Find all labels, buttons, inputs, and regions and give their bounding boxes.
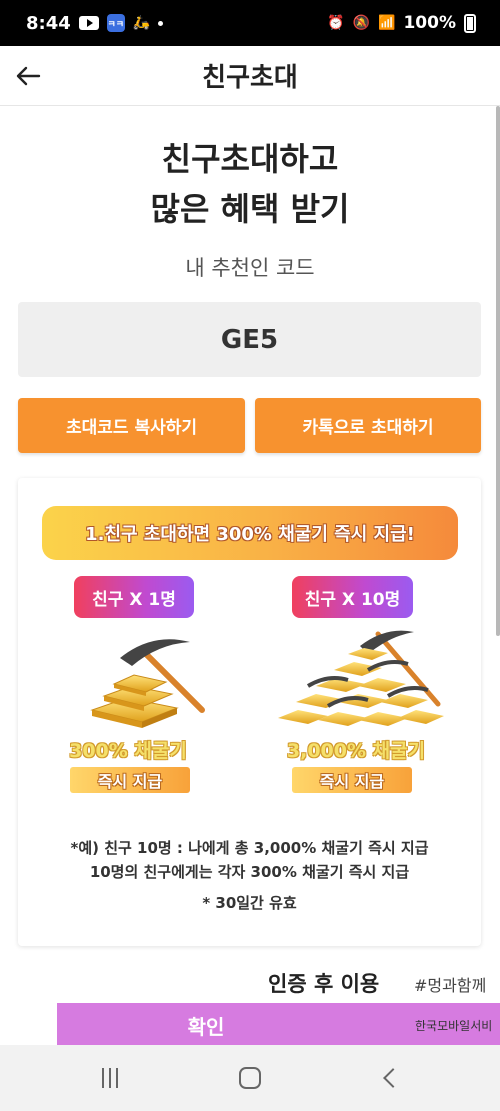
tier-1-caption: 300% 채굴기 [69, 740, 187, 762]
screen: 8:44 ㅋㅋ 🛵 ⏰ 🔕 📶 100% 친구초대 친구초대하고 많은 혜택 받… [0, 0, 500, 1111]
more-notifications-dot-icon [158, 20, 164, 26]
page-title: 친구초대 [202, 63, 298, 93]
status-time: 8:44 [26, 12, 71, 34]
arrow-left-icon [16, 66, 41, 86]
recents-button[interactable] [80, 1056, 140, 1100]
referral-code-box[interactable]: GE5 [18, 302, 481, 377]
tier-10-caption: 3,000% 채굴기 [286, 740, 426, 762]
referral-code-value: GE5 [220, 324, 279, 355]
copy-code-button[interactable]: 초대코드 복사하기 [18, 398, 245, 453]
headline: 친구초대하고 많은 혜택 받기 [0, 134, 500, 234]
confirm-bar: 확인 한국모바일서비 [57, 1003, 500, 1045]
back-button[interactable] [10, 58, 46, 94]
app-bar: 친구초대 [0, 46, 500, 106]
tier-1-tag: 친구 X 1명 [74, 576, 194, 618]
promo-title: 1.친구 초대하면 300% 채굴기 즉시 지급! [42, 506, 458, 560]
alarm-icon: ⏰ [327, 15, 345, 31]
app-notification-icon: ㅋㅋ [106, 14, 125, 32]
referral-code-label: 내 추천인 코드 [185, 256, 315, 280]
delivery-icon: 🛵 [132, 15, 151, 31]
status-bar-right: ⏰ 🔕 📶 100% [327, 13, 476, 33]
youtube-icon [78, 16, 99, 30]
promo-card: 1.친구 초대하면 300% 채굴기 즉시 지급! 친구 X 1명 친구 X 1… [18, 478, 481, 946]
tier-1-instant-badge: 즉시 지급 [70, 767, 190, 793]
status-bar-left: 8:44 ㅋㅋ 🛵 [26, 12, 164, 34]
promo-note-example: *예) 친구 10명 : 나에게 총 3,000% 채굴기 즉시 지급 [70, 839, 429, 857]
gold-pile-pickaxes-icon [278, 630, 444, 726]
hashtag-text: #멍과함께 [414, 976, 487, 995]
mute-icon: 🔕 [352, 15, 371, 31]
verify-label: 인증 후 이용 [268, 972, 380, 996]
wifi-icon: 📶 [378, 15, 396, 31]
headline-line-1: 친구초대하고 [161, 140, 339, 178]
home-button[interactable] [220, 1056, 280, 1100]
home-icon [239, 1067, 261, 1089]
battery-percent: 100% [403, 13, 456, 33]
system-nav-bar [0, 1045, 500, 1111]
tier-10-instant-badge: 즉시 지급 [292, 767, 412, 793]
status-bar: 8:44 ㅋㅋ 🛵 ⏰ 🔕 📶 100% [0, 0, 500, 46]
confirm-button[interactable]: 확인 [57, 1011, 355, 1040]
provider-text: 한국모바일서비 [415, 1019, 493, 1033]
recents-icon [102, 1068, 118, 1088]
chevron-left-icon [383, 1068, 403, 1088]
promo-note-friends: 10명의 친구에게는 각자 300% 채굴기 즉시 지급 [89, 863, 410, 881]
headline-line-2: 많은 혜택 받기 [150, 190, 350, 228]
gold-bars-pickaxe-icon [90, 639, 205, 728]
tier-10-tag: 친구 X 10명 [292, 576, 413, 618]
battery-icon [464, 13, 476, 33]
nav-back-button[interactable] [360, 1056, 420, 1100]
kakao-invite-button[interactable]: 카톡으로 초대하기 [255, 398, 481, 453]
promo-note-validity: * 30일간 유효 [202, 894, 297, 912]
